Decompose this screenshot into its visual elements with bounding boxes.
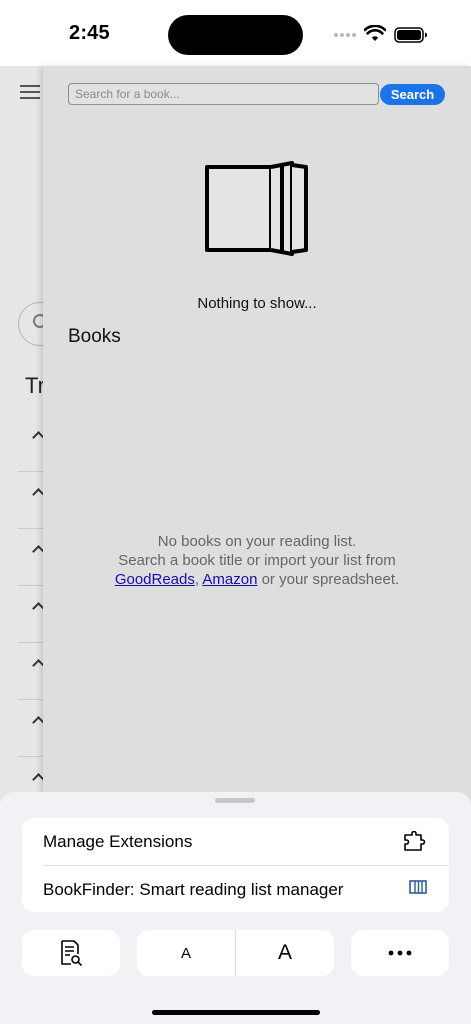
dynamic-island (168, 15, 303, 55)
sheet-grabber[interactable] (215, 798, 255, 803)
book-search-input[interactable] (68, 83, 379, 105)
goodreads-link[interactable]: GoodReads (115, 571, 195, 588)
hamburger-menu-icon[interactable] (20, 84, 40, 100)
increase-font-button[interactable]: A (236, 930, 334, 976)
reader-search-icon (61, 940, 82, 966)
manage-extensions-item[interactable]: Manage Extensions (22, 818, 449, 865)
status-bar: 2:45 (0, 0, 471, 66)
decrease-font-button[interactable]: A (137, 930, 235, 976)
book-illustration-icon (205, 161, 308, 256)
home-indicator[interactable] (152, 1010, 320, 1015)
more-options-button[interactable] (351, 930, 449, 976)
amazon-link[interactable]: Amazon (202, 571, 257, 588)
search-button[interactable]: Search (380, 84, 445, 105)
wifi-icon (364, 25, 386, 41)
manage-extensions-label: Manage Extensions (43, 832, 193, 851)
bookfinder-label: BookFinder: Smart reading list manager (43, 880, 344, 899)
empty-line-1: No books on your reading list. (157, 533, 357, 550)
empty-line-3: GoodReads, Amazon or your spreadsheet. (43, 570, 471, 589)
empty-line-2: Search a book title or import your list … (118, 552, 396, 569)
empty-list-message: No books on your reading list. Search a … (43, 532, 471, 589)
extensions-menu: Manage Extensions BookFinder: Smart read… (22, 818, 449, 912)
signal-dots-icon (334, 33, 356, 37)
status-time: 2:45 (69, 22, 110, 44)
bottom-sheet: Manage Extensions BookFinder: Smart read… (0, 792, 471, 1024)
bookfinder-icon (409, 880, 427, 894)
nothing-to-show-text: Nothing to show... (197, 295, 317, 312)
puzzle-icon (404, 831, 426, 851)
background-heading: Tr (25, 373, 45, 398)
battery-icon (394, 27, 427, 43)
bookfinder-extension-item[interactable]: BookFinder: Smart reading list manager (22, 866, 449, 913)
ellipsis-icon (388, 950, 412, 956)
font-size-controls: A A (137, 930, 334, 976)
extension-panel: Search Nothing to show... Books No books… (43, 66, 471, 806)
reader-search-button[interactable] (22, 930, 120, 976)
books-heading: Books (68, 326, 121, 347)
link-separator: , (194, 571, 200, 588)
empty-line-3-suffix: or your spreadsheet. (261, 571, 400, 588)
